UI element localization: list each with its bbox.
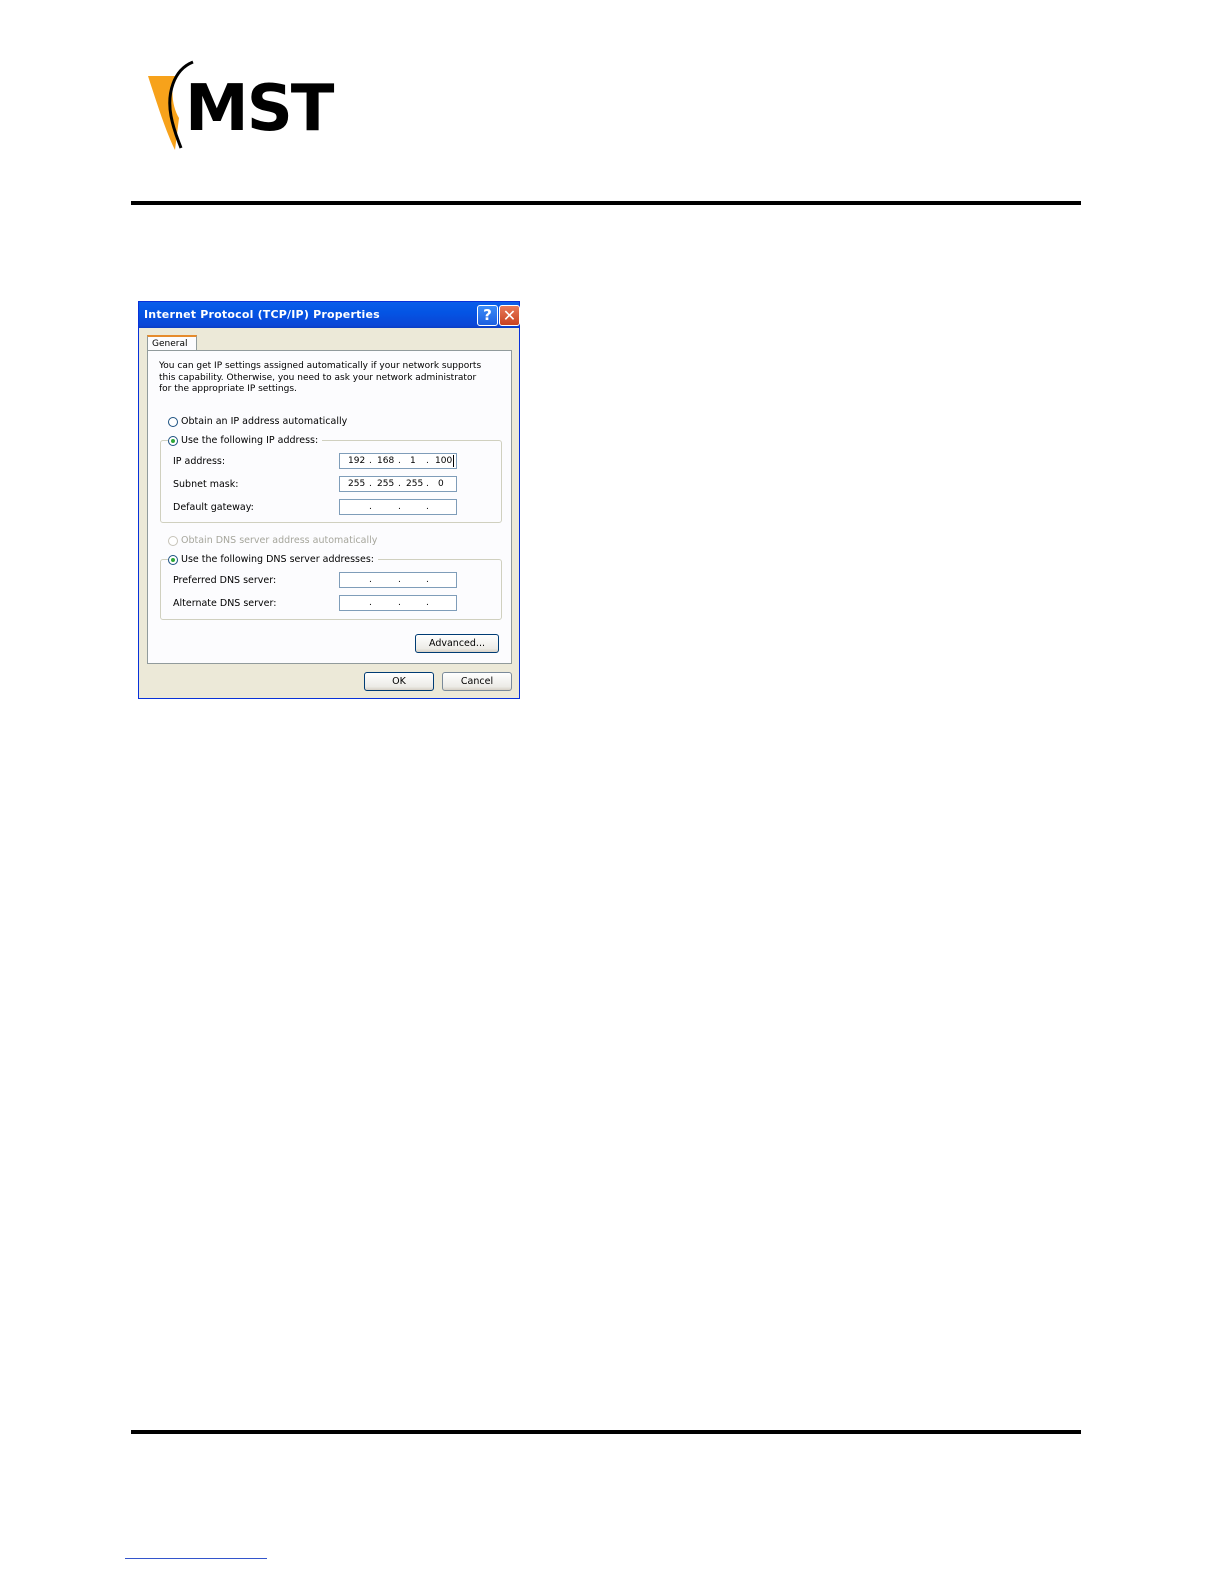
close-icon: ✕ — [502, 306, 517, 325]
preferred-dns-input[interactable]: . . . — [339, 572, 457, 588]
dns-manual-radio[interactable]: Use the following DNS server addresses: — [168, 554, 378, 565]
header-rule — [131, 201, 1081, 205]
ip-manual-label: Use the following IP address: — [181, 435, 319, 446]
dns-dot: . — [369, 598, 372, 608]
ip-auto-label: Obtain an IP address automatically — [181, 416, 348, 427]
dns-dot: . — [398, 598, 401, 608]
general-panel: You can get IP settings assigned automat… — [147, 350, 512, 664]
subnet-octet-3: 255 — [406, 479, 424, 489]
ip-manual-radio[interactable]: Use the following IP address: — [168, 435, 323, 446]
ip-octet-1: 192 — [348, 456, 366, 466]
ip-octet-2: 168 — [377, 456, 395, 466]
tcpip-properties-dialog: Internet Protocol (TCP/IP) Properties ? … — [138, 301, 520, 699]
subnet-dot: . — [369, 479, 372, 489]
ok-button[interactable]: OK — [364, 672, 434, 691]
help-icon: ? — [483, 306, 492, 324]
gateway-dot: . — [398, 502, 401, 512]
dialog-title: Internet Protocol (TCP/IP) Properties — [144, 308, 380, 321]
subnet-octet-2: 255 — [377, 479, 395, 489]
ip-dot: . — [369, 456, 372, 466]
dns-dot: . — [426, 575, 429, 585]
mst-logo: MST — [145, 60, 345, 152]
footer-link-underline — [125, 1558, 267, 1559]
dialog-titlebar[interactable]: Internet Protocol (TCP/IP) Properties ? … — [139, 302, 520, 328]
ip-dot: . — [426, 456, 429, 466]
gateway-dot: . — [426, 502, 429, 512]
subnet-dot: . — [426, 479, 429, 489]
ip-octet-4: 100 — [435, 456, 453, 466]
ip-address-input[interactable]: 192 . 168 . 1 . 100 — [339, 453, 457, 469]
close-button[interactable]: ✕ — [499, 305, 520, 326]
ip-address-label: IP address: — [173, 456, 226, 467]
cancel-button[interactable]: Cancel — [442, 672, 512, 691]
ip-octet-3: 1 — [410, 456, 416, 466]
advanced-button[interactable]: Advanced... — [415, 634, 499, 653]
dns-dot: . — [369, 575, 372, 585]
ip-auto-radio[interactable]: Obtain an IP address automatically — [168, 416, 347, 427]
radio-selected-icon — [168, 435, 178, 446]
description-text: You can get IP settings assigned automat… — [159, 361, 482, 394]
subnet-octet-4: 0 — [438, 479, 444, 489]
text-caret — [453, 455, 454, 467]
dns-dot: . — [426, 598, 429, 608]
radio-icon — [168, 416, 178, 427]
subnet-mask-input[interactable]: 255 . 255 . 255 . 0 — [339, 476, 457, 492]
dns-manual-label: Use the following DNS server addresses: — [181, 554, 374, 565]
alternate-dns-label: Alternate DNS server: — [173, 598, 277, 609]
dns-auto-label: Obtain DNS server address automatically — [181, 535, 378, 546]
subnet-dot: . — [398, 479, 401, 489]
subnet-mask-label: Subnet mask: — [173, 479, 239, 490]
dns-dot: . — [398, 575, 401, 585]
default-gateway-label: Default gateway: — [173, 502, 254, 513]
mst-logo-graphic: MST — [148, 60, 337, 150]
alternate-dns-input[interactable]: . . . — [339, 595, 457, 611]
gateway-dot: . — [369, 502, 372, 512]
dns-auto-radio[interactable]: Obtain DNS server address automatically — [168, 535, 377, 546]
radio-disabled-icon — [168, 535, 178, 546]
preferred-dns-label: Preferred DNS server: — [173, 575, 277, 586]
radio-selected-icon — [168, 554, 178, 565]
footer-rule — [131, 1430, 1081, 1434]
subnet-octet-1: 255 — [348, 479, 366, 489]
svg-text:MST: MST — [185, 72, 335, 146]
help-button[interactable]: ? — [477, 305, 498, 326]
default-gateway-input[interactable]: . . . — [339, 499, 457, 515]
ip-dot: . — [398, 456, 401, 466]
